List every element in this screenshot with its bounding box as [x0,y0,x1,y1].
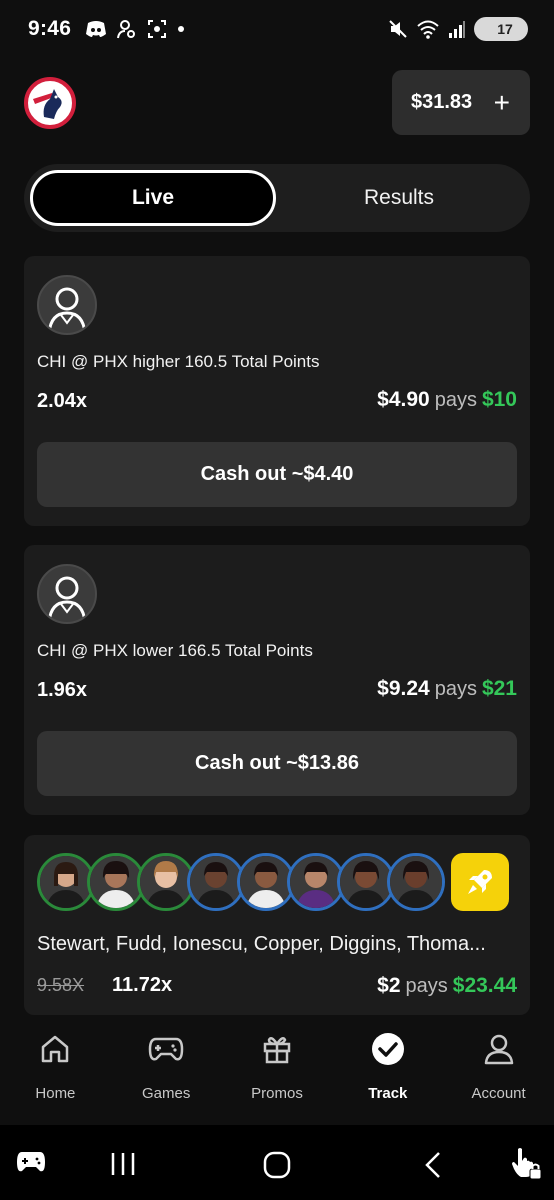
balance-amount: $31.83 [411,91,473,113]
gift-icon [263,1036,291,1064]
live-results-tabs: Live Results [24,164,530,232]
boosted-multiplier: 11.72x [112,974,173,996]
payout: $9.24 pays $21 [377,677,517,701]
status-bar: 9:46 17 [0,0,554,58]
pick-title: CHI @ PHX higher 160.5 Total Points [37,352,320,371]
nav-label: Games [142,1085,191,1102]
player-avatar [387,853,445,911]
check-circle-icon [371,1033,404,1065]
boost-badge [451,853,509,911]
nav-promos[interactable]: Promos [222,1015,333,1125]
pays-label: pays [405,975,448,997]
user-silhouette-icon [47,576,87,622]
bet-card[interactable]: CHI @ PHX higher 160.5 Total Points 2.04… [24,256,530,526]
payout: $2 pays $23.44 [377,974,517,998]
app-logo[interactable] [24,77,76,129]
nav-label: Account [471,1085,526,1102]
person-search-icon [117,20,136,39]
wifi-icon [417,20,439,39]
tab-live[interactable]: Live [30,170,276,226]
win-amount: $10 [481,388,517,411]
bottom-navigation: Home Games Promos Track Account [0,1015,554,1125]
screenshot-icon [148,20,167,38]
multiplier: 2.04x [37,390,88,412]
home-icon [42,1035,69,1063]
plus-icon: + [493,86,510,118]
pick-title: CHI @ PHX lower 166.5 Total Points [37,641,313,660]
system-navigation-bar [0,1125,554,1200]
battery-level: 17 [497,21,513,37]
win-amount: $21 [481,677,517,700]
nav-label: Track [368,1085,408,1102]
player-avatars [37,853,509,911]
parlay-bet-card[interactable]: Stewart, Fudd, Ionescu, Copper, Diggins,… [24,835,530,1015]
dot-icon [178,26,185,32]
back-icon[interactable] [424,1151,442,1179]
pays-label: pays [434,678,477,700]
recent-apps-icon[interactable] [110,1152,136,1176]
win-amount: $23.44 [452,974,517,997]
nav-label: Home [35,1085,76,1102]
parlay-player-names: Stewart, Fudd, Ionescu, Copper, Diggins,… [37,933,486,955]
bet-card[interactable]: CHI @ PHX lower 166.5 Total Points 1.96x… [24,545,530,815]
cash-out-button[interactable]: Cash out ~$4.40 [37,442,517,507]
status-right-icons: 17 [388,17,528,41]
battery-indicator: 17 [474,17,528,41]
discord-icon [86,21,107,37]
multiplier: 1.96x [37,679,88,701]
touch-lock-icon[interactable] [508,1145,542,1181]
stake-amount: $4.90 [377,388,430,411]
nav-games[interactable]: Games [111,1015,222,1125]
nav-home[interactable]: Home [0,1015,111,1125]
pays-label: pays [434,389,477,411]
balance-add-funds-button[interactable]: $31.83 + [392,70,530,135]
cash-out-button[interactable]: Cash out ~$13.86 [37,731,517,796]
user-silhouette-icon [47,287,87,333]
stake-amount: $2 [377,974,401,997]
nav-track[interactable]: Track [332,1015,443,1125]
user-icon [484,1034,513,1065]
nav-label: Promos [251,1085,303,1102]
player-avatar-placeholder [37,275,97,335]
nav-account[interactable]: Account [443,1015,554,1125]
mute-icon [389,20,407,38]
stake-amount: $9.24 [377,677,430,700]
status-notification-icons [85,19,185,39]
signal-icon [449,21,465,38]
player-avatar-placeholder [37,564,97,624]
payout: $4.90 pays $10 [377,388,517,412]
game-launcher-icon[interactable] [16,1149,46,1175]
home-button-icon[interactable] [263,1151,291,1179]
gamepad-icon [148,1037,184,1061]
rocket-icon [468,870,492,894]
tab-results[interactable]: Results [276,170,522,226]
status-time: 9:46 [28,17,72,40]
original-multiplier: 9.58X [37,975,85,995]
